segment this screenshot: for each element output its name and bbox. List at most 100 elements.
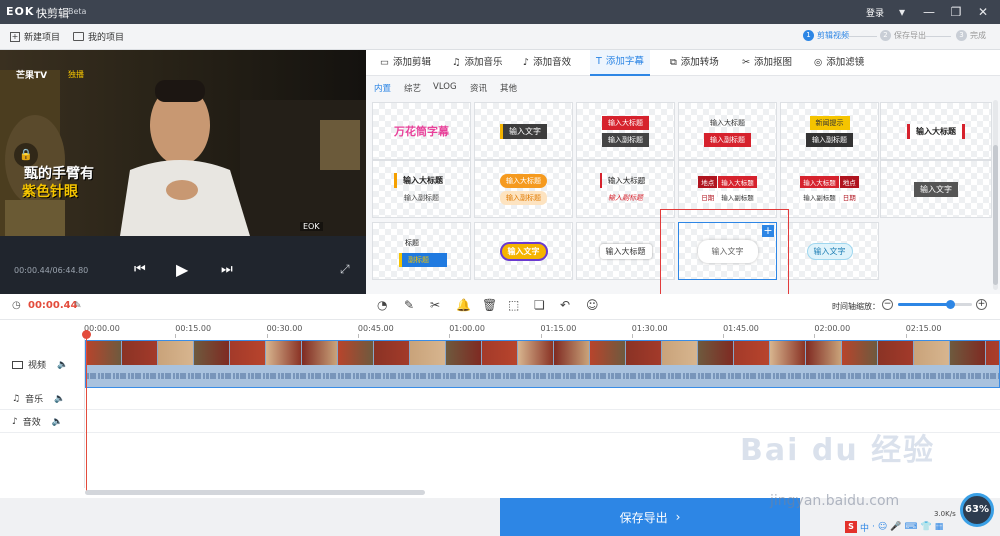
copy-icon[interactable]: ❏ xyxy=(534,298,545,312)
video-preview[interactable]: 芒果TV 独播 🔒 甄的手臂有 紫色针眼 EOK xyxy=(0,50,366,236)
subtitle-template-17[interactable]: 输入文字 xyxy=(780,222,879,280)
template-title: 输入大标题 xyxy=(602,115,649,130)
playhead[interactable] xyxy=(86,330,87,492)
ruler-tick xyxy=(723,334,725,338)
track-label: 视频 xyxy=(28,361,47,371)
ime-language[interactable]: 中 xyxy=(860,521,869,534)
music-icon: ♫ xyxy=(12,393,21,404)
next-frame-icon[interactable]: ⏭ xyxy=(221,262,233,277)
export-button[interactable]: 保存导出 › xyxy=(500,498,800,536)
subtitle-template-1[interactable]: 万花筒字幕 xyxy=(372,102,471,160)
subtitle-template-8[interactable]: 输入大标题 输入副标题 xyxy=(474,160,573,218)
pen-icon[interactable]: ✎ xyxy=(404,298,414,312)
corner-logo: EOK xyxy=(300,222,323,231)
menu-icon[interactable]: ▾ xyxy=(891,3,913,21)
tab-sound-effect[interactable]: ♪ 添加音效 xyxy=(517,50,577,76)
subtab-item[interactable]: VLOG xyxy=(433,82,457,92)
volume-icon[interactable]: 🔈 xyxy=(57,360,68,370)
step-label: 完成 xyxy=(970,31,986,40)
subtab-item[interactable]: 综艺 xyxy=(404,82,421,94)
clip-thumbnail xyxy=(230,341,265,365)
music-icon: ♫ xyxy=(452,57,461,68)
subtitle-template-11[interactable]: 输入大标题 地点 输入副标题 日期 xyxy=(780,160,879,218)
zoom-slider-fill xyxy=(898,303,950,306)
tab-label: 添加滤镜 xyxy=(826,57,865,68)
emoji-tray-icon[interactable]: ☺ xyxy=(878,522,887,532)
ruler-tick xyxy=(905,334,907,338)
ruler-label: 02:00.00 xyxy=(814,324,851,333)
keyboard-icon[interactable]: ⌨ xyxy=(905,522,918,532)
template-subtitle: 输入副标题 xyxy=(704,132,751,147)
player-controls: 00:00.44/06:44.80 ⏮ ▶ ⏭ ⤢ xyxy=(0,236,366,294)
template-text: 输入大标题 xyxy=(907,123,965,139)
close-icon[interactable]: ✕ xyxy=(972,3,994,21)
trash-icon[interactable]: 🗑 xyxy=(482,298,497,312)
tab-label: 添加抠图 xyxy=(753,57,792,68)
timeline-toolbar: ◷ 00:00.44 ✎ ◔ ✎ ✂ 🔔 🗑 ⬚ ❏ ↶ ☺ 时间轴缩放： − … xyxy=(0,294,1000,320)
new-project-button[interactable]: + 新建项目 xyxy=(10,30,60,43)
subtitle-template-7[interactable]: 输入大标题 输入副标题 xyxy=(372,160,471,218)
fullscreen-icon[interactable]: ⤢ xyxy=(340,262,350,277)
clip-thumbnail xyxy=(734,341,769,365)
template-subtitle: 输入副标题 xyxy=(718,190,757,203)
zoom-in-icon[interactable]: + xyxy=(976,299,987,310)
tab-filter[interactable]: ◎ 添加滤镜 xyxy=(808,50,870,76)
previous-frame-icon[interactable]: ⏮ xyxy=(134,262,146,277)
timeline-scrollbar[interactable] xyxy=(85,490,425,495)
speed-icon[interactable]: ◔ xyxy=(377,298,387,312)
track-music: ♫ 音乐 🔈 xyxy=(0,387,84,410)
login-link[interactable]: 登录 xyxy=(866,6,884,19)
tab-cutout[interactable]: ✂ 添加抠图 xyxy=(736,50,798,76)
subtitle-template-2[interactable]: 输入文字 xyxy=(474,102,573,160)
my-projects-button[interactable]: 我的项目 xyxy=(73,30,124,43)
tab-transition[interactable]: ⧉ 添加转场 xyxy=(664,50,725,76)
tab-music[interactable]: ♫ 添加音乐 xyxy=(446,50,509,76)
ruler-tick xyxy=(175,334,177,338)
emoji-icon[interactable]: ☺ xyxy=(586,298,599,312)
text-icon: T xyxy=(596,56,602,67)
template-subtitle: 输入副标题 xyxy=(608,194,643,202)
scissors-icon[interactable]: ✂ xyxy=(430,298,440,312)
subtitle-template-13[interactable]: 标题 副标题 xyxy=(372,222,471,280)
subtitle-template-6[interactable]: 输入大标题 xyxy=(880,102,992,160)
template-date: 日期 xyxy=(839,190,859,203)
minimize-icon[interactable]: — xyxy=(918,3,940,21)
subtitle-template-14[interactable]: 输入文字 xyxy=(474,222,573,280)
tab-text[interactable]: T 添加字幕 xyxy=(590,50,650,76)
undo-icon[interactable]: ↶ xyxy=(560,298,570,312)
skin-icon[interactable]: 👕 xyxy=(921,522,932,532)
template-text: 输入大标题 xyxy=(599,243,652,259)
volume-icon[interactable]: 🔈 xyxy=(54,394,65,404)
step-number: 2 xyxy=(880,30,891,41)
watermark-url: jingyan.baidu.com xyxy=(770,493,900,509)
subtitle-template-5[interactable]: 新闻提示 输入副标题 xyxy=(780,102,879,160)
play-icon[interactable]: ▶ xyxy=(176,260,188,279)
network-speed: 3.0K/s xyxy=(934,510,956,518)
panel-scroll-thumb[interactable] xyxy=(993,145,998,285)
template-text: 万花筒字幕 xyxy=(394,125,449,138)
playhead-handle[interactable] xyxy=(82,330,91,339)
edit-time-icon[interactable]: ✎ xyxy=(74,301,82,311)
toolbox-icon[interactable]: ▦ xyxy=(935,522,944,532)
subtitle-template-12[interactable]: 输入文字 xyxy=(880,160,992,218)
subtitle-template-4[interactable]: 输入大标题 输入副标题 xyxy=(678,102,777,160)
time-ruler[interactable]: 00:00.00 00:15.00 00:30.00 00:45.00 01:00.00… xyxy=(84,322,1000,338)
microphone-icon[interactable]: 🎤 xyxy=(890,522,901,532)
zoom-slider[interactable] xyxy=(898,300,972,309)
bell-icon[interactable]: 🔔 xyxy=(456,298,471,312)
punctuation-icon[interactable]: · xyxy=(872,522,875,532)
crop-icon[interactable]: ⬚ xyxy=(508,298,519,312)
volume-icon[interactable]: 🔈 xyxy=(52,417,63,427)
zoom-slider-knob[interactable] xyxy=(945,300,955,309)
zoom-out-icon[interactable]: − xyxy=(882,299,893,310)
subtitle-template-3[interactable]: 输入大标题 输入副标题 xyxy=(576,102,675,160)
restore-icon[interactable]: ❐ xyxy=(945,3,967,21)
new-project-label: 新建项目 xyxy=(24,33,61,43)
clip-thumbnail xyxy=(770,341,805,365)
tab-film[interactable]: ▭ 添加剪辑 xyxy=(374,50,437,76)
clip-thumbnail xyxy=(86,341,121,365)
subtab-item[interactable]: 其他 xyxy=(500,82,517,94)
subtab-item[interactable]: 内置 xyxy=(374,82,391,94)
ruler-tick xyxy=(540,334,542,338)
subtab-item[interactable]: 资讯 xyxy=(470,82,487,94)
